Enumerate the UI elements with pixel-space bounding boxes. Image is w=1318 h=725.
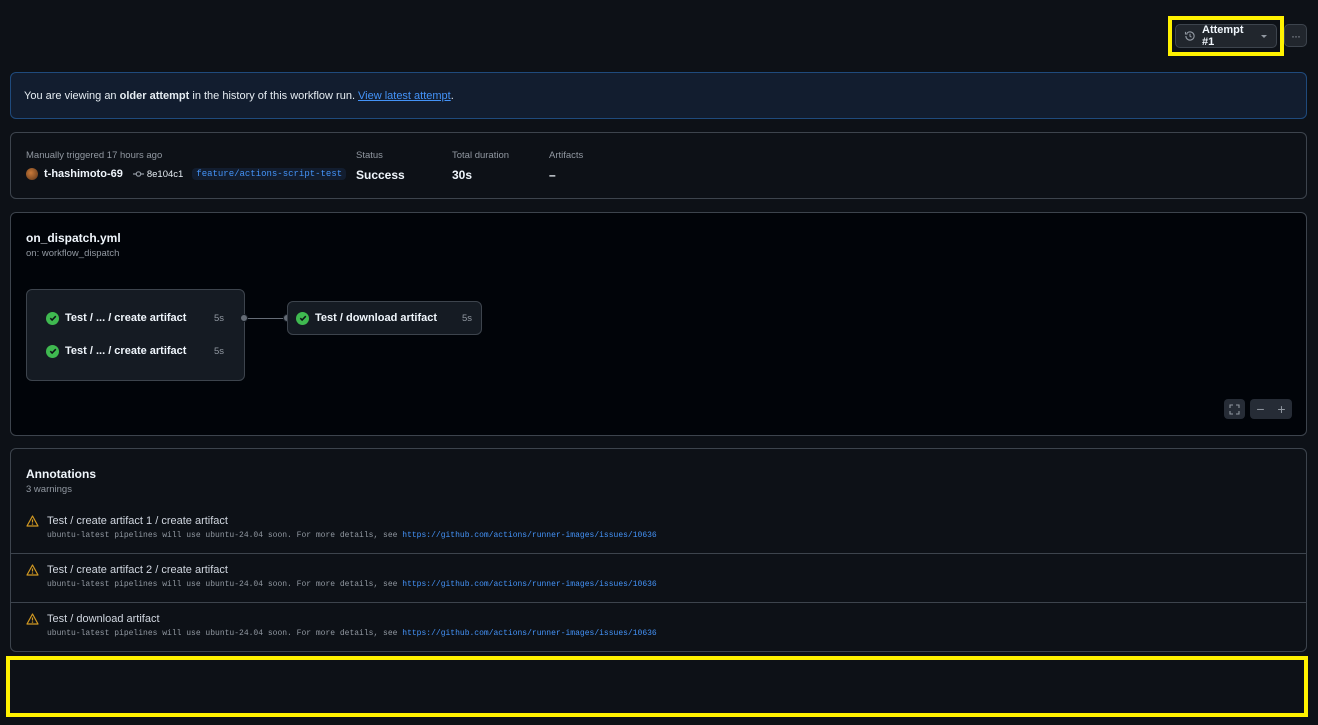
zoom-controls: − + <box>1250 399 1292 419</box>
zoom-in-button[interactable]: + <box>1271 399 1292 419</box>
annotation-title[interactable]: Test / create artifact 2 / create artifa… <box>47 564 228 576</box>
annotation-text: ubuntu-latest pipelines will use ubuntu-… <box>47 531 398 540</box>
banner-prefix: You are viewing an <box>24 89 117 102</box>
actor-row: t-hashimoto-69 8e104c1 feature/actions-s… <box>26 166 347 182</box>
commit-icon <box>132 171 144 177</box>
job-name: Test / ... / create artifact <box>65 312 187 324</box>
artifacts-label: Artifacts <box>549 150 584 161</box>
success-check-icon <box>296 311 309 325</box>
fit-to-screen-button[interactable] <box>1224 399 1245 419</box>
job-name: Test / download artifact <box>315 312 438 324</box>
artifacts-value: – <box>549 168 556 182</box>
avatar[interactable] <box>26 168 38 180</box>
duration-label: Total duration <box>452 150 510 161</box>
job-name: Test / ... / create artifact <box>65 345 187 357</box>
warning-icon <box>26 515 39 527</box>
attempt-label: Attempt #1 <box>1202 24 1244 48</box>
warning-icon <box>26 564 39 576</box>
job-create-artifact-1[interactable]: Test / ... / create artifact 5s <box>46 308 224 328</box>
status-label: Status <box>356 150 383 161</box>
job-create-artifact-2[interactable]: Test / ... / create artifact 5s <box>46 341 224 361</box>
workflow-trigger: on: workflow_dispatch <box>26 248 120 259</box>
trigger-text: Manually triggered 17 hours ago <box>26 150 163 161</box>
annotation-link[interactable]: https://github.com/actions/runner-images… <box>402 580 656 589</box>
bottom-highlight-region <box>6 656 1308 717</box>
branch-label[interactable]: feature/actions-script-test <box>192 168 347 180</box>
job-duration: 5s <box>213 312 224 324</box>
fullscreen-icon <box>1229 403 1240 415</box>
annotation-title[interactable]: Test / create artifact 1 / create artifa… <box>47 515 228 527</box>
commit-ref[interactable]: 8e104c1 <box>132 168 184 180</box>
annotations-count: 3 warnings <box>26 484 72 495</box>
more-options-button[interactable]: ··· <box>1284 24 1307 47</box>
workflow-file-name: on_dispatch.yml <box>26 231 121 245</box>
banner-suffix: in the history of this workflow run. <box>192 89 355 102</box>
annotation-title[interactable]: Test / download artifact <box>47 613 160 625</box>
annotation-message: ubuntu-latest pipelines will use ubuntu-… <box>47 531 657 540</box>
job-duration: 5s <box>461 312 472 324</box>
kebab-icon: ··· <box>1291 28 1301 43</box>
status-value: Success <box>356 168 405 182</box>
history-icon <box>1184 31 1195 41</box>
attempt-dropdown-button[interactable]: Attempt #1 <box>1175 24 1277 48</box>
job-duration: 5s <box>213 345 224 357</box>
annotations-title: Annotations <box>26 467 96 481</box>
success-check-icon <box>46 344 59 358</box>
warning-icon <box>26 613 39 625</box>
annotation-text: ubuntu-latest pipelines will use ubuntu-… <box>47 629 398 638</box>
annotation-message: ubuntu-latest pipelines will use ubuntu-… <box>47 580 657 589</box>
job-matrix-group <box>26 289 245 381</box>
commit-sha: 8e104c1 <box>146 168 184 180</box>
connector-dot-out <box>240 314 248 322</box>
older-attempt-banner: You are viewing an older attempt in the … <box>10 72 1307 119</box>
view-latest-attempt-link[interactable]: View latest attempt <box>358 90 451 102</box>
annotation-message: ubuntu-latest pipelines will use ubuntu-… <box>47 629 657 638</box>
annotation-link[interactable]: https://github.com/actions/runner-images… <box>402 531 656 540</box>
annotation-link[interactable]: https://github.com/actions/runner-images… <box>402 629 656 638</box>
annotation-item[interactable] <box>11 553 1306 602</box>
annotation-text: ubuntu-latest pipelines will use ubuntu-… <box>47 580 398 589</box>
annotation-item[interactable] <box>11 505 1306 554</box>
job-download-artifact[interactable]: Test / download artifact 5s <box>296 308 472 328</box>
caret-down-icon <box>1261 35 1267 38</box>
actor-name[interactable]: t-hashimoto-69 <box>44 168 123 180</box>
banner-end: . <box>450 89 454 102</box>
job-connector-line <box>245 318 287 319</box>
zoom-out-button[interactable]: − <box>1250 399 1271 419</box>
success-check-icon <box>46 311 59 325</box>
banner-bold: older attempt <box>119 89 190 102</box>
duration-value: 30s <box>452 168 473 182</box>
annotation-item[interactable] <box>11 602 1306 651</box>
